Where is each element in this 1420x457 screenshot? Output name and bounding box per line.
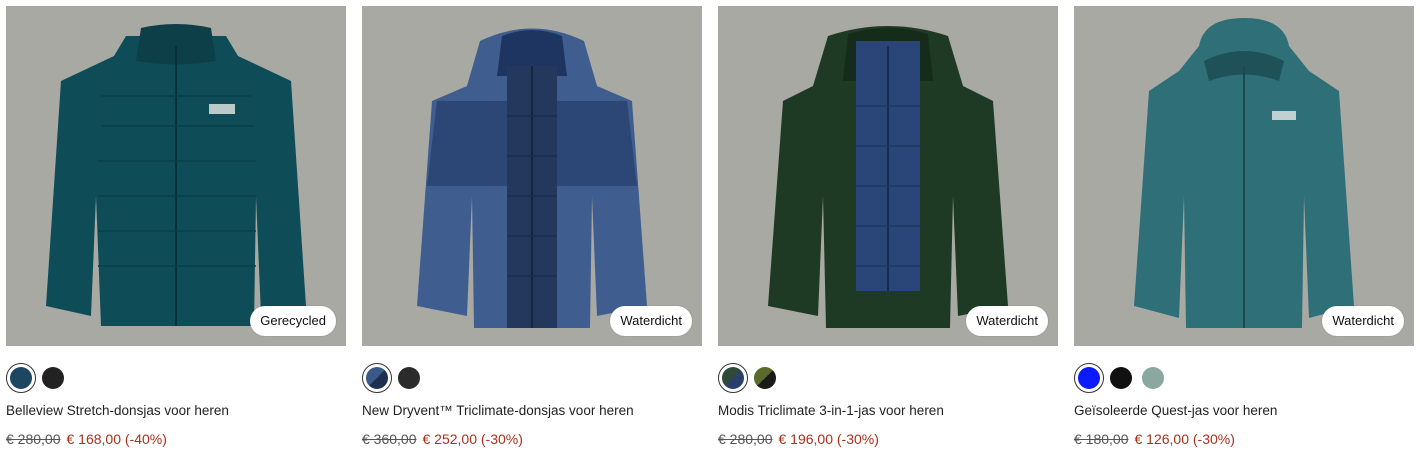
- color-swatch[interactable]: [754, 367, 776, 389]
- product-grid: Gerecycled Belleview Stretch-donsjas voo…: [0, 0, 1420, 457]
- color-swatch[interactable]: [362, 363, 392, 393]
- color-swatch[interactable]: [1110, 367, 1132, 389]
- color-swatch[interactable]: [42, 367, 64, 389]
- color-swatch[interactable]: [398, 367, 420, 389]
- original-price: € 280,00: [6, 431, 61, 447]
- feature-badge: Gerecycled: [250, 306, 336, 336]
- product-title[interactable]: Belleview Stretch-donsjas voor heren: [6, 403, 229, 418]
- price: € 280,00 € 196,00 (-30%): [718, 431, 879, 447]
- color-swatch[interactable]: [718, 363, 748, 393]
- price: € 180,00 € 126,00 (-30%): [1074, 431, 1235, 447]
- product-image[interactable]: Waterdicht: [718, 6, 1058, 346]
- product-image[interactable]: Gerecycled: [6, 6, 346, 346]
- color-swatches: [6, 363, 64, 393]
- product-card[interactable]: Waterdicht Geïsoleerde Quest-jas voor he…: [1074, 6, 1414, 447]
- price: € 280,00 € 168,00 (-40%): [6, 431, 167, 447]
- jacket-icon: [1074, 6, 1414, 346]
- product-card[interactable]: Gerecycled Belleview Stretch-donsjas voo…: [6, 6, 346, 447]
- color-swatches: [362, 363, 420, 393]
- original-price: € 280,00: [718, 431, 773, 447]
- product-title[interactable]: New Dryvent™ Triclimate-donsjas voor her…: [362, 403, 634, 418]
- feature-badge: Waterdicht: [966, 306, 1048, 336]
- feature-badge: Waterdicht: [610, 306, 692, 336]
- color-swatches: [718, 363, 776, 393]
- price: € 360,00 € 252,00 (-30%): [362, 431, 523, 447]
- color-swatches: [1074, 363, 1164, 393]
- original-price: € 180,00: [1074, 431, 1129, 447]
- product-card[interactable]: Waterdicht Modis Triclimate 3-in-1-jas v…: [718, 6, 1058, 447]
- sale-price: € 126,00 (-30%): [1134, 431, 1235, 447]
- product-title[interactable]: Modis Triclimate 3-in-1-jas voor heren: [718, 403, 944, 418]
- color-swatch[interactable]: [1142, 367, 1164, 389]
- product-card[interactable]: Waterdicht New Dryvent™ Triclimate-donsj…: [362, 6, 702, 447]
- jacket-icon: [6, 6, 346, 346]
- product-title[interactable]: Geïsoleerde Quest-jas voor heren: [1074, 403, 1277, 418]
- sale-price: € 196,00 (-30%): [778, 431, 879, 447]
- sale-price: € 252,00 (-30%): [422, 431, 523, 447]
- color-swatch[interactable]: [1074, 363, 1104, 393]
- jacket-icon: [718, 6, 1058, 346]
- jacket-icon: [362, 6, 702, 346]
- original-price: € 360,00: [362, 431, 417, 447]
- color-swatch[interactable]: [6, 363, 36, 393]
- sale-price: € 168,00 (-40%): [66, 431, 167, 447]
- feature-badge: Waterdicht: [1322, 306, 1404, 336]
- product-image[interactable]: Waterdicht: [362, 6, 702, 346]
- product-image[interactable]: Waterdicht: [1074, 6, 1414, 346]
